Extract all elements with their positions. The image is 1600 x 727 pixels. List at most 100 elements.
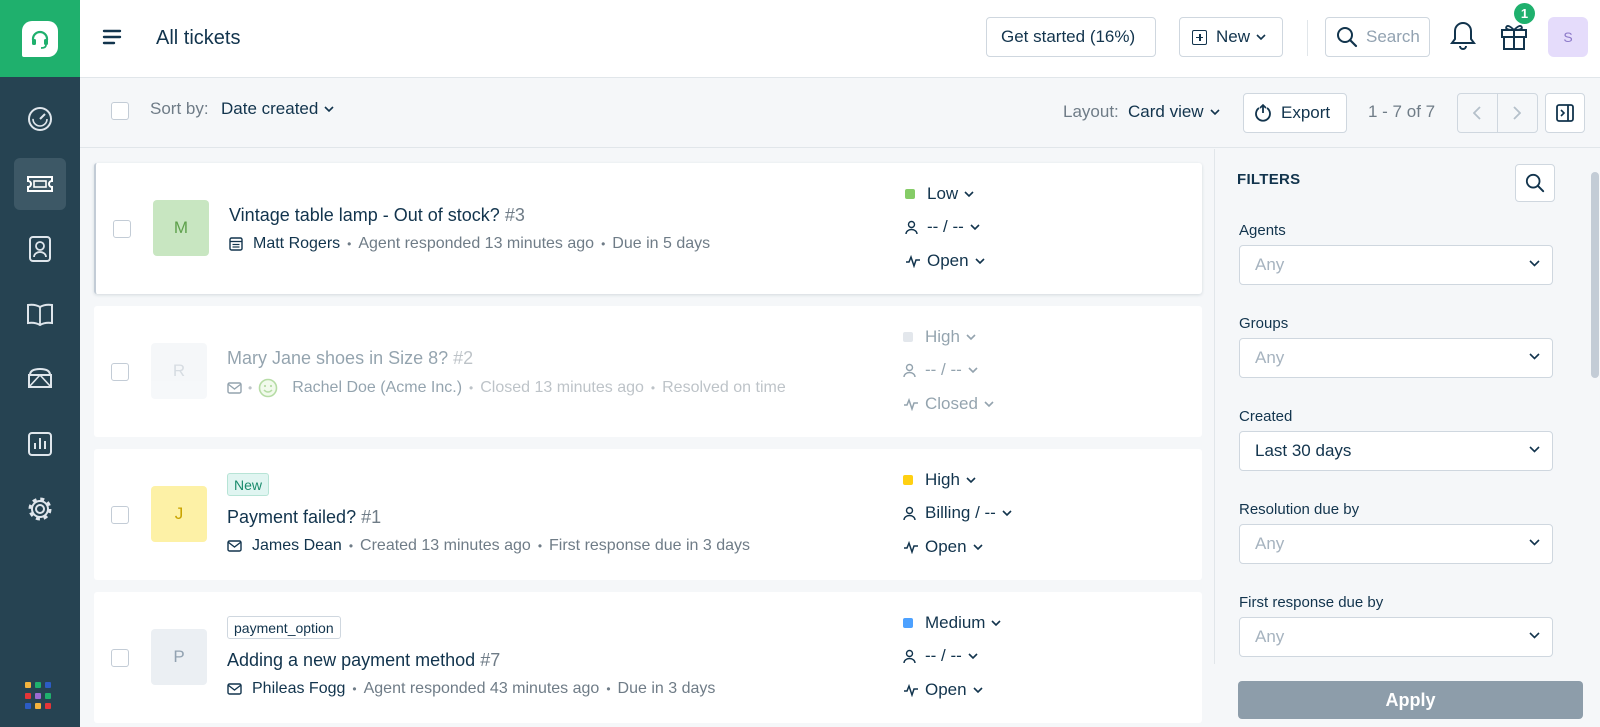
- ticket-card[interactable]: Ppayment_option Adding a new payment meth…: [94, 592, 1202, 723]
- ticket-subject[interactable]: Payment failed? #1: [227, 507, 381, 528]
- first-response-filter-select[interactable]: Any: [1239, 617, 1553, 657]
- sidebar-item-reports[interactable]: [14, 418, 66, 470]
- ticket-card[interactable]: M Vintage table lamp - Out of stock? #3 Ma…: [94, 163, 1202, 294]
- separator-dot: •: [537, 539, 543, 553]
- pagination-info: 1 - 7 of 7: [1368, 102, 1436, 121]
- new-button[interactable]: New: [1179, 17, 1283, 57]
- list-toolbar: Sort by: Date created Layout: Card view …: [80, 78, 1600, 148]
- status-dropdown[interactable]: Open: [903, 537, 983, 557]
- chevron-down-icon: [968, 366, 978, 373]
- priority-color-square: [903, 332, 913, 342]
- requester-name[interactable]: Rachel Doe (Acme Inc.): [292, 379, 462, 397]
- chevron-right-icon: [1513, 106, 1522, 120]
- select-all-checkbox[interactable]: [111, 102, 129, 120]
- apps-grid-dot: [25, 703, 31, 710]
- status-dropdown[interactable]: Closed: [903, 394, 994, 414]
- priority-dropdown[interactable]: High: [903, 327, 976, 347]
- status-pulse-icon: [904, 683, 918, 697]
- ticket-checkbox[interactable]: [111, 363, 129, 381]
- chevron-down-icon: [1210, 108, 1220, 115]
- agents-filter-label: Agents: [1239, 222, 1286, 239]
- requester-name[interactable]: James Dean: [252, 537, 342, 555]
- sidebar-item-contacts[interactable]: [14, 223, 66, 275]
- assignee-dropdown[interactable]: -- / --: [903, 360, 978, 380]
- created-filter-value: Last 30 days: [1255, 441, 1352, 460]
- satisfied-smiley-icon: [258, 378, 278, 398]
- sidebar-item-dashboard[interactable]: [14, 93, 66, 145]
- ticket-subject[interactable]: Vintage table lamp - Out of stock? #3: [229, 205, 525, 226]
- notifications-bell-icon[interactable]: [1450, 20, 1476, 57]
- get-started-button[interactable]: Get started (16%): [986, 17, 1156, 57]
- chevron-down-icon: [970, 223, 980, 230]
- priority-dropdown[interactable]: Low: [905, 184, 974, 204]
- status-pulse-icon: [906, 254, 920, 268]
- assignee-dropdown[interactable]: -- / --: [905, 217, 980, 237]
- chevron-down-icon: [1529, 260, 1540, 267]
- search-button[interactable]: Search: [1325, 17, 1430, 57]
- ticket-checkbox[interactable]: [111, 506, 129, 524]
- ticket-subject-text: Mary Jane shoes in Size 8?: [227, 348, 449, 368]
- requester-avatar: J: [151, 486, 207, 542]
- ticket-subject[interactable]: Adding a new payment method #7: [227, 650, 500, 671]
- assignee-value: -- / --: [925, 646, 962, 665]
- menu-icon[interactable]: [102, 27, 122, 52]
- chevron-down-icon: [975, 257, 985, 264]
- chevron-down-icon: [1529, 632, 1540, 639]
- created-filter-select[interactable]: Last 30 days: [1239, 431, 1553, 471]
- priority-dropdown[interactable]: Medium: [903, 613, 1002, 633]
- chevron-down-icon: [1256, 33, 1266, 40]
- assignee-value: -- / --: [925, 360, 962, 379]
- next-page-button[interactable]: [1498, 94, 1538, 132]
- groups-filter-select[interactable]: Any: [1239, 338, 1553, 378]
- ticket-number: #3: [504, 205, 525, 225]
- chevron-down-icon: [973, 543, 983, 550]
- toggle-filter-panel-button[interactable]: [1545, 93, 1585, 133]
- ticket-checkbox[interactable]: [113, 220, 131, 238]
- resolution-due-filter-select[interactable]: Any: [1239, 524, 1553, 564]
- requester-name[interactable]: Matt Rogers: [253, 235, 340, 253]
- status-dropdown[interactable]: Open: [903, 680, 983, 700]
- apps-grid-dot: [25, 682, 31, 688]
- created-filter-label: Created: [1239, 408, 1293, 425]
- priority-dropdown[interactable]: High: [903, 470, 976, 490]
- gift-icon[interactable]: [1499, 20, 1529, 57]
- ticket-card[interactable]: R Mary Jane shoes in Size 8? #2 • Rachel Do…: [94, 306, 1202, 437]
- sidebar-item-settings[interactable]: [14, 483, 66, 535]
- filters-scrollbar-thumb[interactable]: [1591, 172, 1599, 378]
- sidebar-item-forums[interactable]: [14, 353, 66, 405]
- ticket-subject[interactable]: Mary Jane shoes in Size 8? #2: [227, 348, 473, 369]
- ticket-due: First response due in 3 days: [549, 537, 751, 554]
- sidebar-item-solutions[interactable]: [14, 288, 66, 340]
- apps-grid-icon[interactable]: [25, 682, 53, 710]
- ticket-checkbox[interactable]: [111, 649, 129, 667]
- ticket-tag[interactable]: payment_option: [227, 616, 341, 639]
- email-icon: [227, 382, 242, 394]
- prev-page-button[interactable]: [1458, 94, 1498, 132]
- tickets-icon: [27, 176, 53, 192]
- separator-dot: •: [347, 237, 352, 251]
- agents-filter-select[interactable]: Any: [1239, 245, 1553, 285]
- sort-dropdown[interactable]: Date created: [221, 99, 334, 119]
- requester-name[interactable]: Phileas Fogg: [252, 680, 345, 698]
- separator-dot: •: [348, 539, 354, 553]
- filters-title: FILTERS: [1237, 171, 1301, 188]
- status-pulse-icon: [904, 540, 918, 554]
- layout-dropdown[interactable]: Card view: [1128, 102, 1220, 122]
- ticket-card[interactable]: J New Payment failed? #1 James Dean • Created…: [94, 449, 1202, 580]
- assignee-dropdown[interactable]: -- / --: [903, 646, 978, 666]
- sidebar-item-tickets[interactable]: [14, 158, 66, 210]
- chevron-left-icon: [1473, 106, 1481, 120]
- email-icon: [227, 540, 242, 552]
- filter-search-button[interactable]: [1515, 164, 1555, 202]
- sidebar: [0, 0, 80, 727]
- assignee-dropdown[interactable]: Billing / --: [903, 503, 1012, 523]
- filters-footer: Apply: [1214, 664, 1587, 727]
- user-avatar[interactable]: S: [1548, 17, 1588, 57]
- email-icon: [227, 683, 242, 695]
- export-button[interactable]: Export: [1243, 93, 1347, 133]
- assignee-value: Billing / --: [925, 503, 996, 522]
- apply-filters-button[interactable]: Apply: [1238, 681, 1583, 719]
- status-dropdown[interactable]: Open: [905, 251, 985, 271]
- app-logo[interactable]: [0, 0, 80, 77]
- ticket-subject-text: Vintage table lamp - Out of stock?: [229, 205, 500, 225]
